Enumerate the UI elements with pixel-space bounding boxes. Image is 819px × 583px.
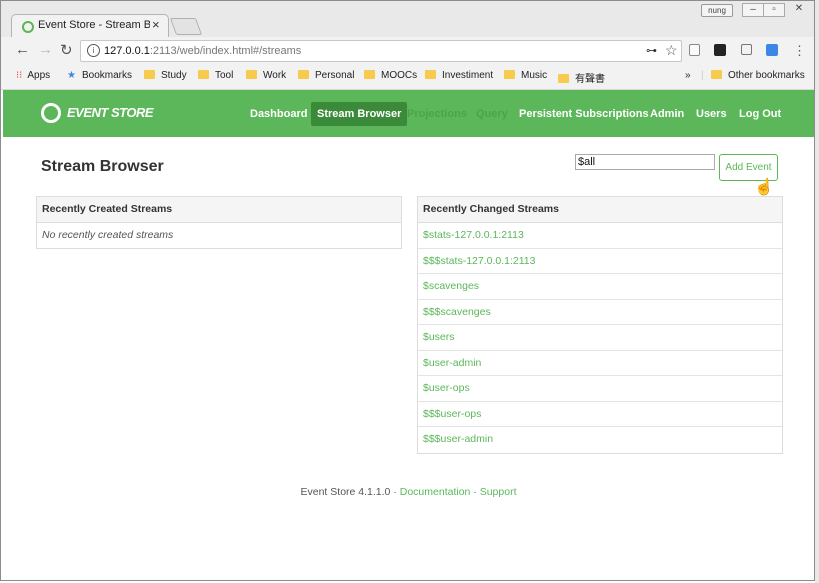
browser-tab[interactable]: Event Store - Stream Bro ×: [11, 14, 169, 37]
window-close-button[interactable]: ✕: [787, 3, 811, 15]
nav-projections[interactable]: Projections: [407, 108, 467, 120]
stream-link[interactable]: $users: [418, 325, 782, 351]
eventstore-favicon-icon: [22, 21, 34, 33]
bookmark-study[interactable]: Study: [144, 70, 187, 81]
bookmark-personal[interactable]: Personal: [298, 70, 354, 81]
bookmark-star-icon[interactable]: ☆: [665, 42, 678, 59]
extension-copy-icon[interactable]: [689, 44, 700, 56]
folder-icon: [298, 70, 309, 79]
back-arrow-icon[interactable]: ←: [15, 41, 30, 58]
nav-log-out[interactable]: Log Out: [739, 108, 781, 120]
minimize-button[interactable]: –: [742, 3, 764, 17]
nav-admin[interactable]: Admin: [650, 108, 684, 120]
bookmarks-bar: ⁝⁝ Apps ★ Bookmarks Study Tool Work Person…: [1, 65, 814, 90]
folder-icon: [558, 74, 569, 83]
recently-created-panel: Recently Created Streams No recently cre…: [36, 196, 402, 249]
extension-play-icon[interactable]: [714, 44, 726, 56]
footer-separator: ·: [390, 486, 400, 498]
extension-pocket-icon[interactable]: [766, 44, 778, 56]
folder-icon: [711, 70, 722, 79]
nav-persistent-subscriptions[interactable]: Persistent Subscriptions: [519, 108, 649, 120]
folder-icon: [504, 70, 515, 79]
stream-link[interactable]: $scavenges: [418, 274, 782, 300]
recently-changed-header: Recently Changed Streams: [418, 197, 782, 223]
close-tab-icon[interactable]: ×: [152, 17, 160, 32]
apps-grid-icon: ⁝⁝: [16, 70, 23, 81]
nav-stream-browser[interactable]: Stream Browser: [311, 102, 408, 126]
new-tab-button[interactable]: [169, 18, 203, 35]
maximize-button[interactable]: ▫: [763, 3, 785, 17]
folder-icon: [246, 70, 257, 79]
stream-link[interactable]: $stats-127.0.0.1:2113: [418, 223, 782, 249]
stream-link[interactable]: $$$user-ops: [418, 402, 782, 427]
folder-icon: [198, 70, 209, 79]
recently-changed-panel: Recently Changed Streams $stats-127.0.0.…: [417, 196, 783, 454]
nav-query[interactable]: Query: [476, 108, 508, 120]
page-title: Stream Browser: [41, 158, 164, 175]
stream-link[interactable]: $user-admin: [418, 351, 782, 376]
stream-search-input[interactable]: [575, 154, 715, 170]
forward-arrow-icon[interactable]: →: [38, 41, 53, 58]
extension-reader-icon[interactable]: [741, 44, 752, 55]
url-text[interactable]: 127.0.0.1:2113/web/index.html#/streams: [104, 45, 301, 57]
bookmark-music[interactable]: Music: [504, 70, 547, 81]
profile-button[interactable]: nung: [701, 4, 733, 17]
recently-created-empty: No recently created streams: [42, 229, 174, 241]
bookmark-bookmarks[interactable]: ★ Bookmarks: [67, 70, 132, 81]
star-icon: ★: [67, 70, 76, 81]
browser-window: Event Store - Stream Bro × nung – ▫ ✕ ← …: [0, 0, 815, 581]
folder-icon: [364, 70, 375, 79]
stream-link[interactable]: $$$user-admin: [418, 427, 782, 453]
menu-kebab-icon[interactable]: ⋮: [793, 43, 806, 59]
eventstore-logo-text[interactable]: EVENT STORE: [67, 105, 154, 120]
bookmark-apps[interactable]: ⁝⁝ Apps: [16, 70, 50, 81]
page-footer: Event Store 4.1.1.0 · Documentation · Su…: [1, 486, 814, 498]
recently-created-header: Recently Created Streams: [37, 197, 401, 223]
site-info-icon[interactable]: i: [87, 44, 100, 57]
bookmark-other[interactable]: Other bookmarks: [711, 70, 805, 81]
stream-link[interactable]: $user-ops: [418, 376, 782, 402]
documentation-link[interactable]: Documentation: [400, 486, 471, 498]
folder-icon: [425, 70, 436, 79]
stream-link[interactable]: $$$stats-127.0.0.1:2113: [418, 249, 782, 274]
nav-dashboard[interactable]: Dashboard: [250, 108, 307, 120]
browser-toolbar: ← → ↻ i 127.0.0.1:2113/web/index.html#/s…: [1, 37, 814, 65]
tab-bar: Event Store - Stream Bro × nung – ▫ ✕: [1, 1, 814, 37]
bookmarks-divider: |: [701, 70, 704, 81]
key-icon[interactable]: ⊶: [646, 44, 657, 57]
tab-title: Event Store - Stream Bro: [38, 19, 150, 31]
bookmark-work[interactable]: Work: [246, 70, 286, 81]
bookmark-moocs[interactable]: MOOCs: [364, 70, 417, 81]
bookmark-investiment[interactable]: Investiment: [425, 70, 493, 81]
version-text: Event Store 4.1.1.0: [300, 486, 391, 498]
bookmark-audiobooks[interactable]: 有聲書: [558, 70, 605, 85]
hand-cursor-icon: ☝: [754, 179, 774, 196]
stream-link[interactable]: $$$scavenges: [418, 300, 782, 325]
desktop-edge: [815, 0, 819, 583]
folder-icon: [144, 70, 155, 79]
reload-icon[interactable]: ↻: [60, 41, 73, 59]
footer-separator: ·: [470, 486, 480, 498]
support-link[interactable]: Support: [480, 486, 517, 498]
nav-users[interactable]: Users: [696, 108, 727, 120]
eventstore-logo-icon[interactable]: [41, 103, 61, 123]
address-bar[interactable]: i 127.0.0.1:2113/web/index.html#/streams…: [80, 40, 682, 62]
bookmarks-overflow-button[interactable]: »: [685, 70, 691, 81]
bookmark-tool[interactable]: Tool: [198, 70, 233, 81]
app-navbar: EVENT STORE Dashboard Stream Browser Pro…: [3, 90, 814, 137]
